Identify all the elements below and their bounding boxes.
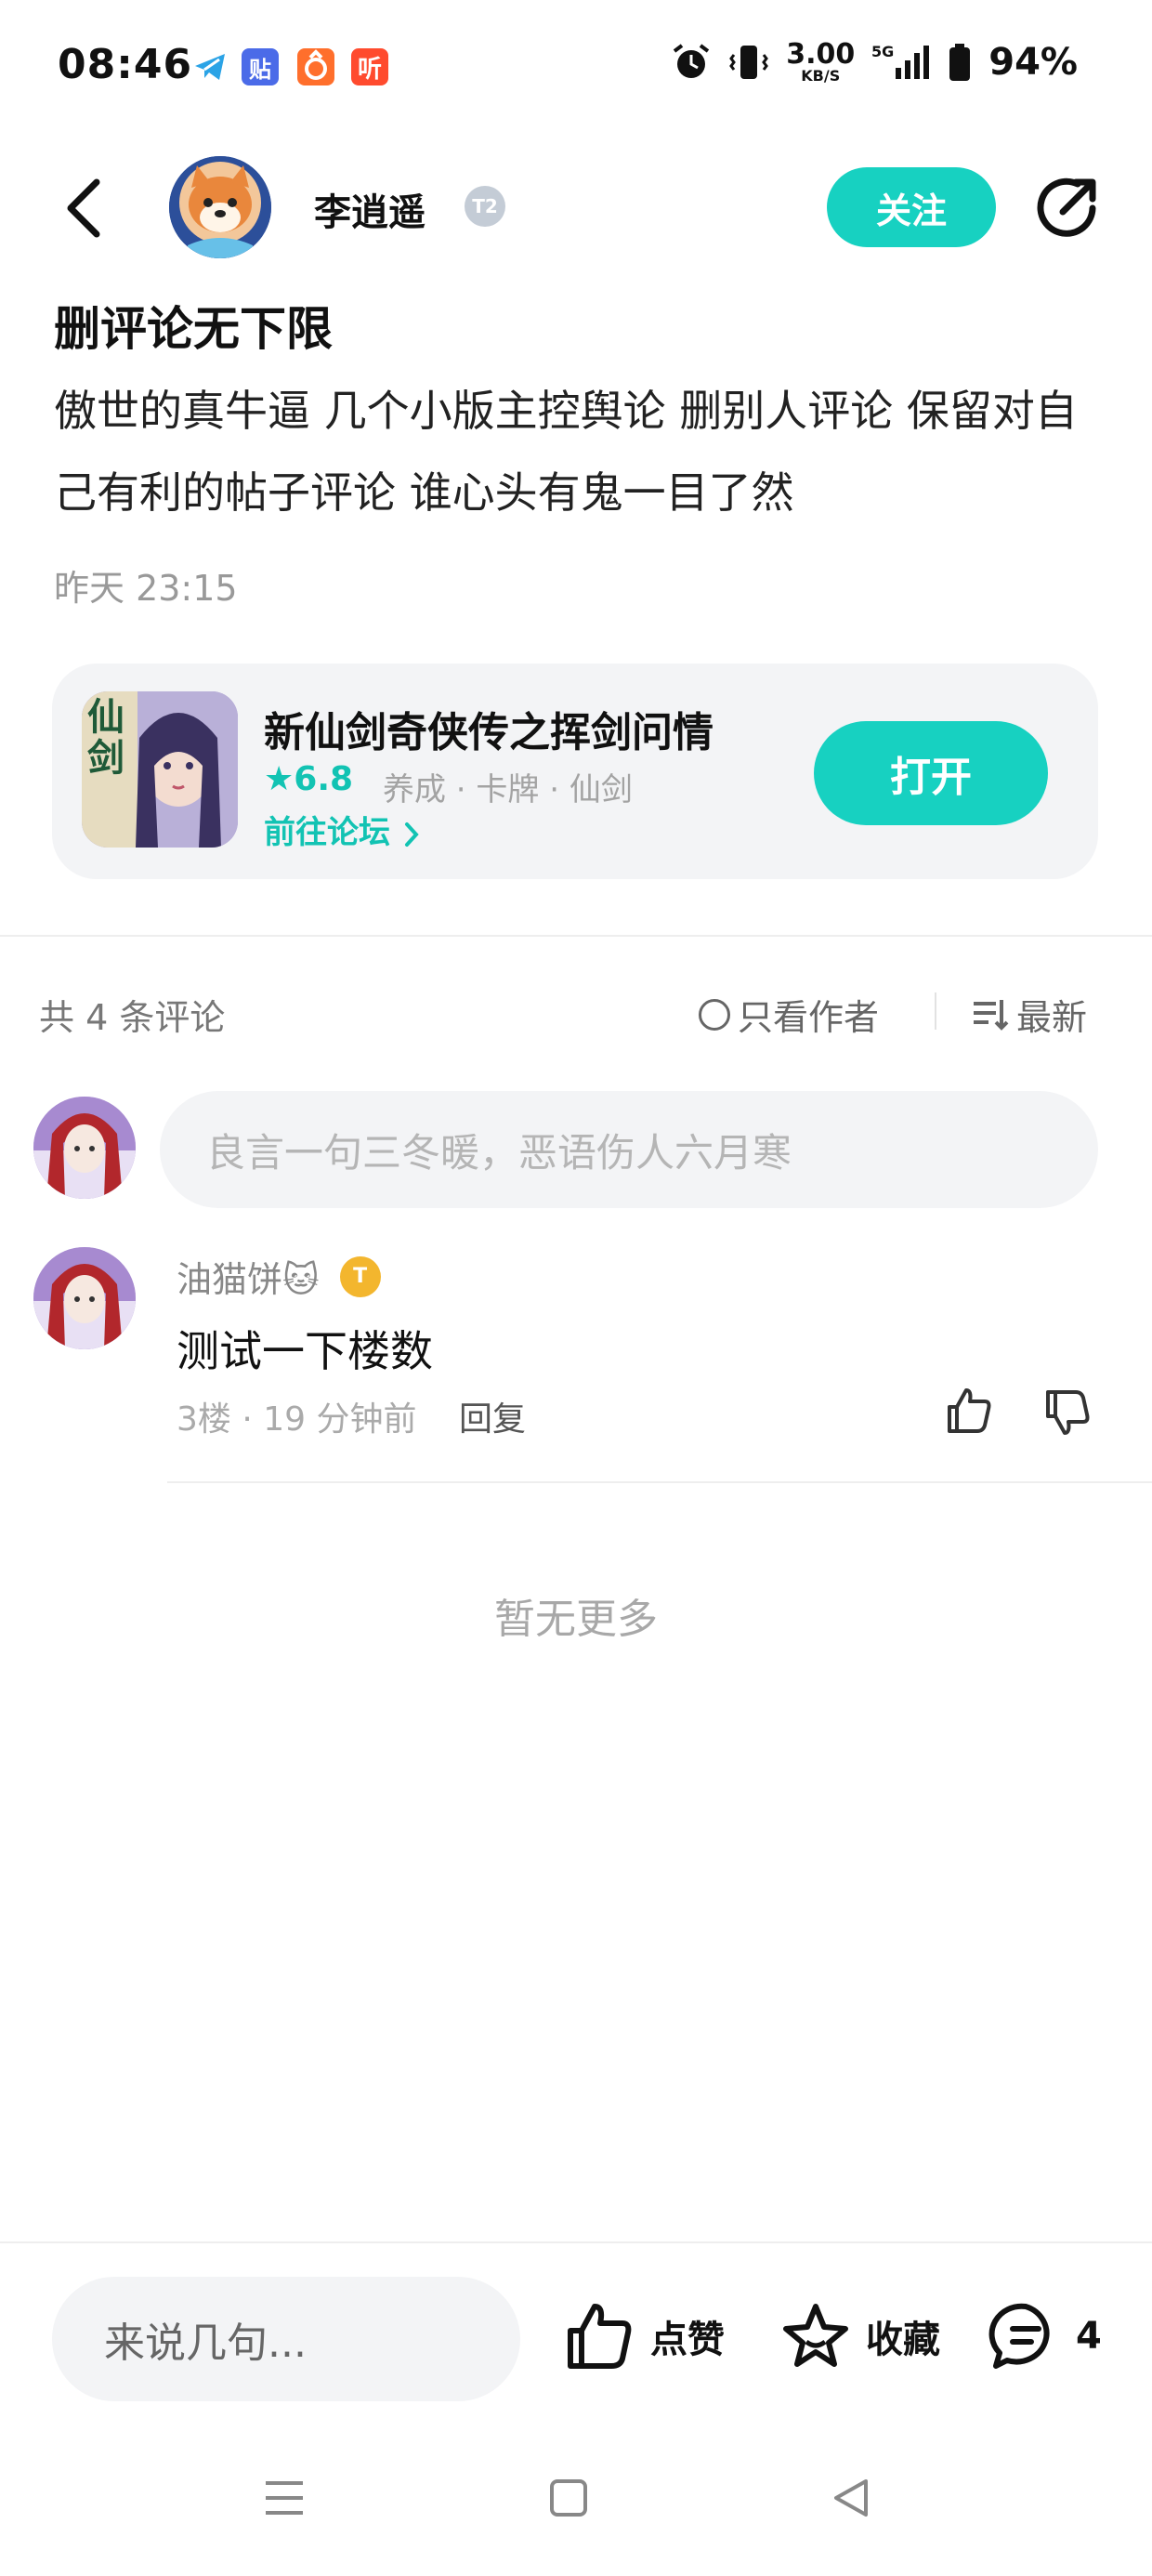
my-avatar xyxy=(33,1097,136,1199)
follow-button[interactable]: 关注 xyxy=(827,167,996,247)
comment-meta: 3楼 · 19 分钟前 xyxy=(177,1400,417,1439)
favorite-button[interactable]: 收藏 xyxy=(779,2299,940,2373)
signal-5g-icon: 5G xyxy=(871,43,930,79)
net-speed: 3.00 KB/S xyxy=(786,38,856,85)
comment-input[interactable]: 良言一句三冬暖，恶语伤人六月寒 xyxy=(160,1091,1098,1208)
post-body: 傲世的真牛逼 几个小版主控舆论 删别人评论 保留对自己有利的帖子评论 谁心头有鬼… xyxy=(54,386,1078,518)
status-indicators: 3.00 KB/S 5G 94% xyxy=(671,41,1078,84)
comment-count: 共 4 条评论 xyxy=(39,997,226,1038)
comment-text: 测试一下楼数 xyxy=(177,1326,433,1376)
share-icon[interactable] xyxy=(1031,171,1104,243)
like-icon[interactable] xyxy=(944,1385,996,1437)
vibrate-icon xyxy=(729,46,769,79)
status-time: 08:46 xyxy=(58,41,193,88)
svg-text:5G: 5G xyxy=(871,43,894,60)
game-rating: ★6.8 xyxy=(264,760,354,798)
dislike-icon[interactable] xyxy=(1042,1387,1094,1439)
commenter-avatar[interactable] xyxy=(33,1247,136,1349)
telegram-icon xyxy=(191,48,229,85)
app-icon xyxy=(297,48,334,85)
post-title: 删评论无下限 xyxy=(54,302,333,356)
menu-nav-icon[interactable] xyxy=(262,2476,307,2524)
chevron-right-icon xyxy=(404,821,419,847)
username[interactable]: 李逍遥 xyxy=(314,182,425,236)
battery-level: 94% xyxy=(988,41,1078,84)
game-tags: 养成 · 卡牌 · 仙剑 xyxy=(383,771,633,808)
thumbs-up-icon xyxy=(568,2304,632,2369)
sort-button[interactable]: 最新 xyxy=(972,989,1087,1040)
game-icon-text: 仙剑 xyxy=(87,695,124,780)
forum-link[interactable]: 前往论坛 xyxy=(264,807,422,852)
game-name[interactable]: 新仙剑奇侠传之挥剑问情 xyxy=(264,699,713,758)
divider xyxy=(0,935,1152,937)
sort-icon xyxy=(974,999,1009,1031)
only-author-toggle[interactable]: 只看作者 xyxy=(699,989,879,1040)
star-icon: ★ xyxy=(264,760,295,798)
alarm-icon xyxy=(674,44,710,78)
radio-icon xyxy=(699,998,730,1031)
back-nav-icon[interactable] xyxy=(829,2476,873,2524)
battery-icon xyxy=(949,44,971,81)
like-button[interactable]: 点赞 xyxy=(563,2299,725,2373)
level-badge: T2 xyxy=(465,186,505,227)
tieba-icon: 贴 xyxy=(242,48,279,85)
listen-app-icon: 听 xyxy=(351,48,388,85)
bottom-comment-input[interactable]: 来说几句... xyxy=(52,2277,520,2401)
game-icon[interactable]: 仙剑 xyxy=(82,691,238,848)
divider xyxy=(935,992,936,1030)
no-more-text: 暂无更多 xyxy=(494,1596,658,1643)
comment-bubble-icon xyxy=(988,2303,1050,2369)
open-button[interactable]: 打开 xyxy=(814,721,1048,825)
divider xyxy=(167,1481,1152,1483)
divider xyxy=(0,2241,1152,2243)
home-nav-icon[interactable] xyxy=(546,2476,591,2524)
reply-button[interactable]: 回复 xyxy=(459,1392,526,1440)
comments-button[interactable]: 4 xyxy=(988,2299,1102,2373)
star-outline-icon xyxy=(783,2304,848,2367)
commenter-badge: T xyxy=(339,1255,381,1297)
back-icon[interactable] xyxy=(58,175,113,242)
post-time: 昨天 23:15 xyxy=(54,568,238,609)
avatar[interactable] xyxy=(169,156,271,258)
commenter-name[interactable]: 油猫饼🐱 T xyxy=(177,1251,381,1302)
